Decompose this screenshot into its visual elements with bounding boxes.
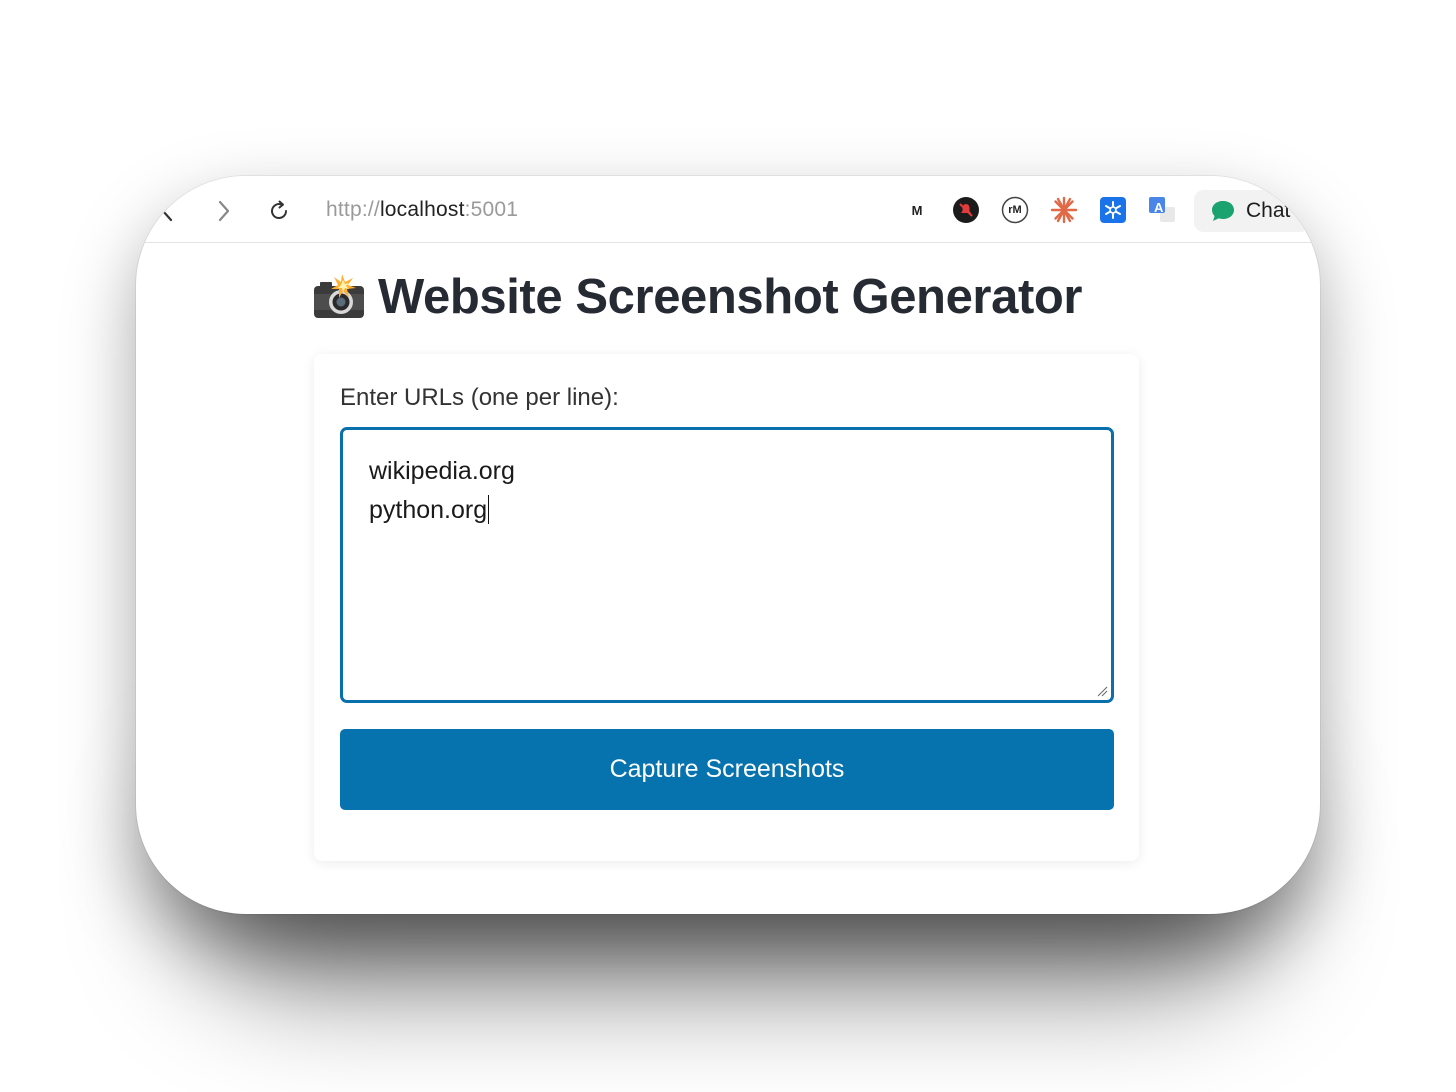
url-line: wikipedia.org [369, 457, 515, 485]
rm-extension-icon[interactable]: rM [1000, 195, 1030, 225]
resize-handle-icon[interactable] [1096, 685, 1108, 697]
chevron-left-icon [161, 200, 173, 222]
page-title-text: Website Screenshot Generator [378, 270, 1083, 324]
reload-button[interactable] [264, 196, 294, 226]
chat-button[interactable]: Chat [1194, 190, 1310, 232]
page-content: Website Screenshot Generator Enter URLs … [136, 243, 1320, 914]
camera-flash-icon [314, 274, 364, 318]
address-bar[interactable]: http://localhost:5001 [326, 198, 518, 222]
url-scheme: http:// [326, 198, 380, 221]
chat-bubble-icon [1212, 201, 1234, 221]
forward-button[interactable] [209, 196, 239, 226]
chevron-right-icon [218, 200, 230, 222]
browser-window: http://localhost:5001 M rM A Chat Websit… [136, 176, 1320, 914]
url-form-card: Enter URLs (one per line): wikipedia.org… [314, 354, 1139, 861]
page-title: Website Screenshot Generator [312, 269, 1144, 325]
m-extension-icon[interactable]: M [902, 195, 932, 225]
translate-extension-icon[interactable]: A [1147, 195, 1177, 225]
url-port: :5001 [464, 198, 519, 221]
starburst-extension-icon[interactable] [1049, 195, 1079, 225]
reload-icon [271, 200, 288, 220]
snowflake-extension-icon[interactable] [1098, 195, 1128, 225]
text-caret [488, 495, 490, 524]
screenshot-stage: http://localhost:5001 M rM A Chat Websit… [0, 0, 1456, 1092]
back-button[interactable] [152, 196, 182, 226]
capture-screenshots-label: Capture Screenshots [609, 755, 845, 783]
urls-textarea[interactable]: wikipedia.org python.org [340, 427, 1114, 703]
url-line: python.org [369, 496, 488, 524]
browser-toolbar: http://localhost:5001 M rM A Chat [136, 176, 1320, 243]
url-host: localhost [379, 198, 465, 221]
bell-off-extension-icon[interactable] [951, 195, 981, 225]
chat-button-label: Chat [1246, 199, 1291, 222]
urls-label: Enter URLs (one per line): [340, 384, 619, 411]
capture-screenshots-button[interactable]: Capture Screenshots [340, 729, 1114, 810]
